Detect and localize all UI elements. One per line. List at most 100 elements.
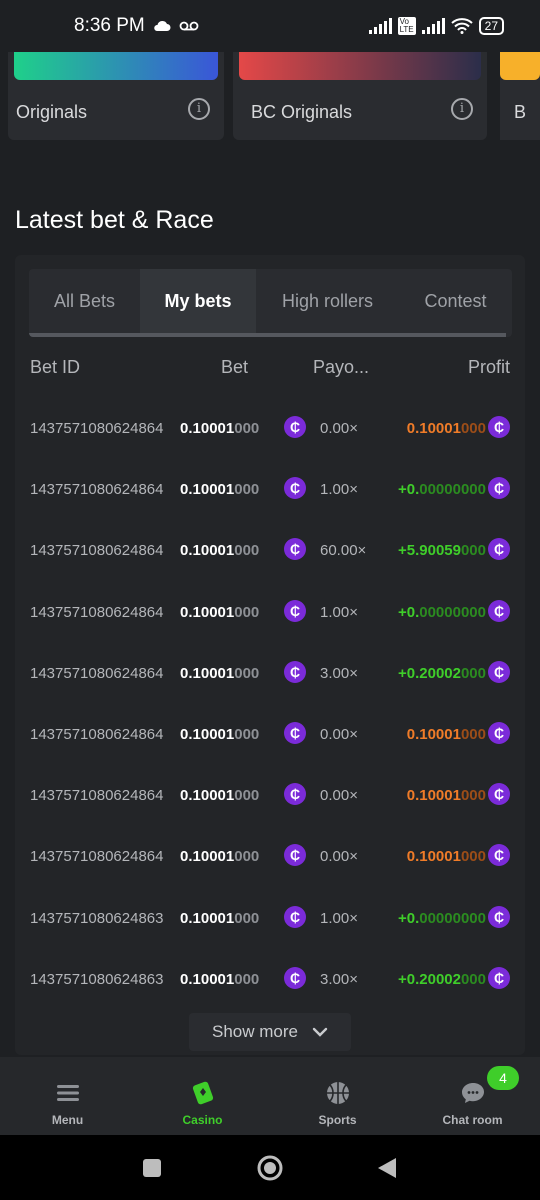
coin-icon: ₵ [488, 905, 510, 928]
bet-amount-main: 0.10001 [180, 603, 235, 621]
bet-amount: 0.10001000 [180, 481, 259, 498]
bet-id: 1437571080624863 [30, 909, 164, 927]
profit-value: 0.10001000 [407, 848, 486, 865]
table-row[interactable]: 1437571080624864 0.10001000 ₵ 0.00× 0.100010… [30, 706, 510, 767]
bet-amount-tail: 000 [234, 481, 260, 499]
bet-amount-main: 0.10001 [180, 481, 235, 499]
bet-id: 1437571080624864 [30, 603, 164, 621]
profit-main: +5.90059 [397, 542, 461, 560]
payout-value: 1.00× [320, 909, 358, 927]
tab-my-bets[interactable]: My bets [140, 269, 256, 333]
header-bet-id: Bet ID [30, 357, 81, 377]
nav-label: Chat room [442, 1113, 503, 1127]
tab-scrollbar[interactable] [29, 333, 506, 337]
bet-amount-main: 0.10001 [180, 420, 235, 437]
bet-id: 1437571080624864 [30, 848, 164, 866]
profit-value: 0.10001000 [407, 787, 486, 804]
bet-amount: 0.10001000 [180, 848, 259, 865]
table-row[interactable]: 1437571080624864 0.10001000 ₵ 0.00× 0.100010… [30, 767, 510, 828]
game-card-label: B [514, 102, 527, 122]
coin-icon: ₵ [284, 660, 306, 683]
bet-amount: 0.10001000 [180, 604, 259, 621]
bet-amount: 0.10001000 [180, 971, 259, 988]
game-card-label: BC Originals [251, 102, 353, 122]
profit-tail: 000 [460, 787, 486, 805]
bet-amount: 0.10001000 [180, 420, 259, 437]
table-row[interactable]: 1437571080624864 0.10001000 ₵ 0.00× 0.100010… [30, 400, 510, 461]
nav-sports[interactable]: Sports [270, 1057, 405, 1135]
profit-value: 0.10001000 [407, 420, 486, 437]
bet-amount-tail: 000 [234, 542, 260, 560]
bet-amount: 0.10001000 [180, 787, 259, 804]
bet-amount: 0.10001000 [180, 726, 259, 743]
nav-chat-room[interactable]: Chat room 4 [405, 1057, 540, 1135]
table-row[interactable]: 1437571080624864 0.10001000 ₵ 1.00× +0.00000… [30, 584, 510, 645]
profit-value: +0.00000000 [398, 604, 486, 621]
coin-icon: ₵ [284, 477, 306, 500]
coin-icon: ₵ [488, 416, 510, 438]
profit-tail: 000 [460, 848, 486, 866]
game-card-originals[interactable]: Originals i [8, 52, 224, 140]
game-card-label: Originals [16, 102, 88, 122]
payout-value: 0.00× [320, 848, 358, 866]
profit-value: +0.20002000 [398, 971, 486, 988]
signal-icon [368, 18, 392, 34]
bet-amount-main: 0.10001 [180, 664, 235, 682]
chat-icon [461, 1083, 484, 1103]
profit-main: +0. [397, 481, 420, 499]
profit-main: 0.10001 [406, 420, 461, 437]
profit-tail: 000 [460, 970, 486, 988]
nav-casino[interactable]: Casino [135, 1057, 270, 1135]
header-profit: Profit [467, 357, 510, 377]
table-row[interactable]: 1437571080624864 0.10001000 ₵ 0.00× 0.100010… [30, 828, 510, 889]
payout-value: 1.00× [320, 481, 358, 499]
nav-menu[interactable]: Menu [0, 1057, 135, 1135]
table-row[interactable]: 1437571080624864 0.10001000 ₵ 60.00× +5.9005… [30, 522, 510, 583]
coin-icon: ₵ [284, 538, 306, 561]
table-row[interactable]: 1437571080624864 0.10001000 ₵ 3.00× +0.20002… [30, 645, 510, 706]
bet-id: 1437571080624864 [30, 725, 164, 743]
bet-amount-main: 0.10001 [180, 848, 235, 866]
bet-amount-tail: 000 [234, 787, 260, 805]
table-row[interactable]: 1437571080624863 0.10001000 ₵ 1.00× +0.00000… [30, 890, 510, 951]
profit-main: 0.10001 [406, 787, 461, 805]
tab-high-rollers[interactable]: High rollers [256, 269, 399, 333]
system-nav-bar [0, 1135, 540, 1200]
info-icon[interactable]: i [451, 98, 473, 120]
back-icon[interactable] [376, 1157, 398, 1179]
game-card-bc-originals[interactable]: BC Originals i [233, 52, 487, 140]
nav-label: Sports [318, 1113, 357, 1127]
bets-panel: All Bets My bets High rollers Contest Be… [15, 255, 525, 1055]
show-more-button[interactable]: Show more [189, 1013, 351, 1051]
profit-value: +0.00000000 [398, 481, 486, 498]
tab-contest[interactable]: Contest [399, 269, 512, 333]
coin-icon: ₵ [284, 966, 306, 989]
coin-icon: ₵ [488, 721, 510, 744]
profit-main: 0.10001 [406, 725, 461, 743]
profit-tail: 00000000 [419, 481, 486, 499]
game-card-partial[interactable]: B [500, 52, 540, 140]
bet-tabs: All Bets My bets High rollers Contest [29, 269, 512, 337]
profit-tail: 000 [460, 664, 486, 682]
recent-apps-icon[interactable] [142, 1158, 162, 1178]
bet-amount-tail: 000 [234, 725, 260, 743]
game-card-banner [14, 52, 218, 80]
game-card-banner [500, 52, 540, 80]
tab-all-bets[interactable]: All Bets [29, 269, 140, 333]
profit-main: 0.10001 [406, 848, 461, 866]
chevron-down-icon [312, 1027, 328, 1037]
home-icon[interactable] [256, 1154, 284, 1182]
bets-table: 1437571080624864 0.10001000 ₵ 0.00× 0.100010… [30, 400, 510, 1012]
bet-amount-main: 0.10001 [180, 970, 235, 988]
table-row[interactable]: 1437571080624863 0.10001000 ₵ 3.00× +0.20002… [30, 951, 510, 1012]
table-row[interactable]: 1437571080624864 0.10001000 ₵ 1.00× +0.00000… [30, 461, 510, 522]
profit-tail: 00000000 [419, 603, 486, 621]
profit-tail: 000 [460, 725, 486, 743]
bet-id: 1437571080624864 [30, 420, 164, 437]
game-carousel[interactable]: Originals i BC Originals i B [0, 52, 540, 142]
bottom-nav: Menu Casino Sports Chat room 4 [0, 1057, 540, 1135]
coin-icon: ₵ [488, 538, 510, 561]
basketball-icon [326, 1082, 349, 1104]
voicemail-icon [179, 21, 199, 31]
info-icon[interactable]: i [188, 98, 210, 120]
